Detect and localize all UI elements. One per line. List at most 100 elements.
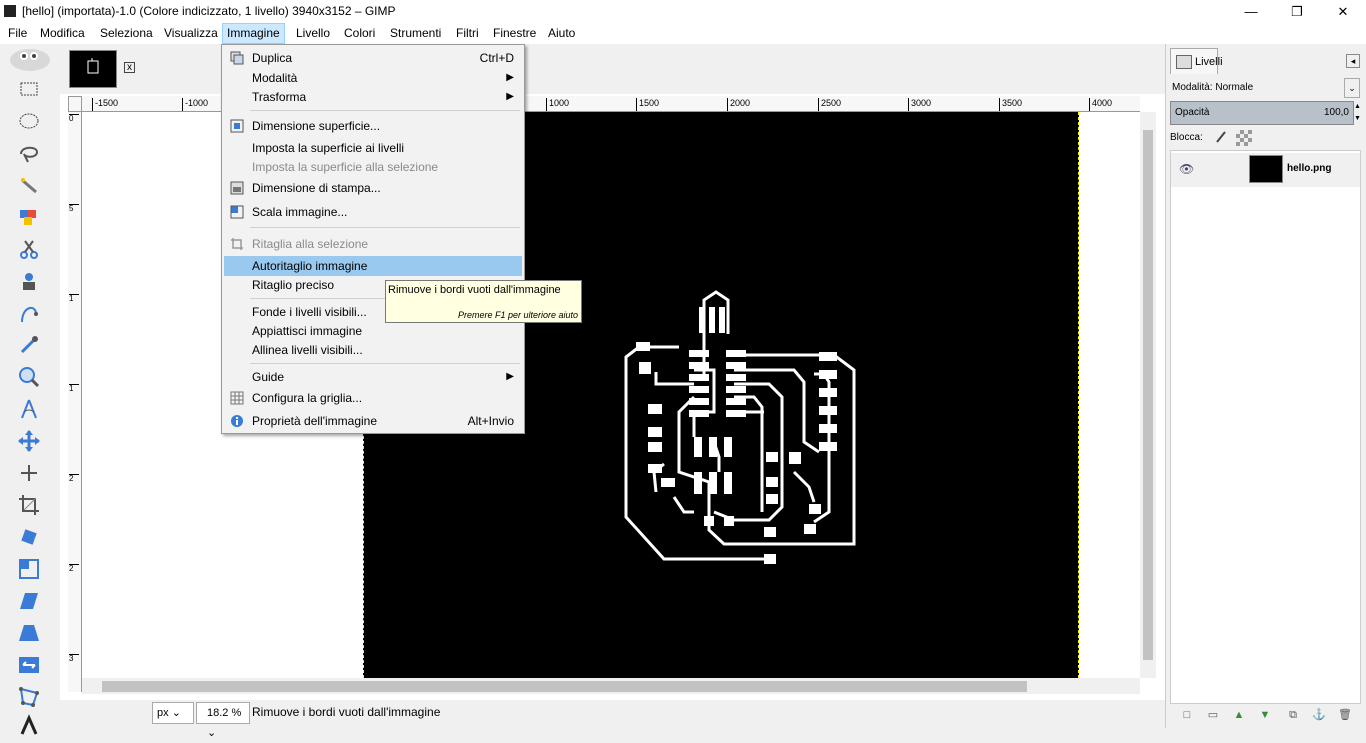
duplicate-layer-icon[interactable]: ⧉ (1286, 708, 1300, 722)
immagine-dropdown-menu: Duplica Ctrl+D Modalità ▶ Trasforma ▶ Di… (221, 44, 525, 434)
layers-dock: Livelli ◂ Modalità: Normale ⌄ Opacità 10… (1165, 44, 1366, 728)
cage-transform-tool-icon[interactable] (16, 684, 42, 710)
delete-layer-icon[interactable]: 🗑 (1338, 708, 1352, 722)
menu-file[interactable]: File (4, 23, 31, 44)
menu-item-configura-griglia[interactable]: Configura la griglia... (224, 388, 522, 408)
raise-layer-icon[interactable]: ▲ (1232, 708, 1246, 722)
rect-select-tool-icon[interactable] (16, 76, 42, 102)
vertical-scrollbar[interactable] (1140, 112, 1156, 678)
vertical-scroll-thumb[interactable] (1143, 130, 1153, 660)
foreground-select-tool-icon[interactable] (16, 268, 42, 294)
maximize-button[interactable]: ❐ (1274, 0, 1320, 23)
layer-mode-select[interactable]: Modalità: Normale (1170, 78, 1361, 98)
zoom-tool-icon[interactable] (16, 364, 42, 390)
lasso-tool-icon[interactable] (16, 140, 42, 166)
shear-tool-icon[interactable] (16, 588, 42, 614)
menu-item-modalita[interactable]: Modalità ▶ (224, 68, 522, 88)
chevron-down-icon[interactable]: ⌄ (1344, 78, 1360, 98)
select-by-color-tool-icon[interactable] (16, 204, 42, 230)
menu-separator (250, 110, 520, 111)
image-tab-close-icon[interactable]: x (124, 62, 135, 73)
anchor-layer-icon[interactable]: ⚓ (1312, 708, 1326, 722)
layer-thumbnail (1249, 155, 1283, 183)
layer-row[interactable]: 👁 hello.png (1171, 153, 1360, 187)
menu-item-guide[interactable]: Guide ▶ (224, 367, 522, 387)
menu-livello[interactable]: Livello (292, 23, 334, 44)
lower-layer-icon[interactable]: ▼ (1258, 708, 1272, 722)
menu-immagine[interactable]: Immagine (222, 23, 285, 44)
opacity-slider[interactable]: Opacità 100,0 (1170, 101, 1354, 125)
tab-layers[interactable]: Livelli (1170, 48, 1223, 74)
menu-strumenti[interactable]: Strumenti (386, 23, 445, 44)
align-tool-icon[interactable] (16, 460, 42, 486)
ruler-tick: 2000 (727, 98, 750, 111)
menu-item-imposta-superficie-livelli[interactable]: Imposta la superficie ai livelli (224, 138, 522, 158)
menu-item-dimensione-stampa[interactable]: Dimensione di stampa... (224, 178, 522, 198)
crop-tool-icon[interactable] (16, 492, 42, 518)
scale-tool-icon[interactable] (16, 556, 42, 582)
menu-filtri[interactable]: Filtri (452, 23, 483, 44)
menu-item-allinea-livelli[interactable]: Allinea livelli visibili... (224, 340, 522, 360)
lock-label: Blocca: (1170, 132, 1203, 143)
eye-visibility-icon[interactable]: 👁 (1179, 162, 1195, 178)
menu-visualizza[interactable]: Visualizza (160, 23, 222, 44)
new-layer-group-icon[interactable]: ▭ (1206, 708, 1220, 722)
rotate-tool-icon[interactable] (16, 524, 42, 550)
ruler-tick: 3 (69, 654, 79, 663)
submenu-arrow-icon: ▶ (506, 371, 514, 382)
menu-colori[interactable]: Colori (340, 23, 379, 44)
tooltip: Rimuove i bordi vuoti dall'immagine Prem… (385, 280, 582, 323)
menu-seleziona[interactable]: Seleziona (96, 23, 157, 44)
opacity-spin-buttons[interactable]: ▲ ▼ (1354, 101, 1362, 125)
menu-item-imposta-superficie-selezione[interactable]: Imposta la superficie alla selezione (224, 157, 522, 177)
vertical-ruler[interactable]: 0 5 1 1 2 2 3 (68, 112, 82, 692)
zoom-select[interactable]: 18.2 % ⌄ (196, 702, 250, 739)
minimize-button[interactable]: — (1228, 0, 1274, 23)
flip-tool-icon[interactable] (16, 652, 42, 678)
menu-item-label: Appiattisci immagine (252, 324, 363, 338)
image-tab-thumbnail[interactable] (69, 50, 117, 88)
menu-item-label: Ritaglio preciso (252, 278, 335, 292)
chevron-down-icon: ⌄ (207, 727, 217, 739)
horizontal-scroll-thumb[interactable] (102, 681, 1027, 692)
submenu-arrow-icon: ▶ (506, 91, 514, 102)
unit-select[interactable]: px ⌄ (152, 702, 194, 724)
color-picker-tool-icon[interactable] (16, 332, 42, 358)
menu-item-dimensione-superficie[interactable]: Dimensione superficie... (224, 116, 522, 136)
menu-modifica[interactable]: Modifica (36, 23, 89, 44)
menu-item-appiattisci-immagine[interactable]: Appiattisci immagine (224, 321, 522, 341)
lock-pixels-brush-icon[interactable] (1214, 130, 1228, 144)
menu-item-autoritaglio-immagine[interactable]: Autoritaglio immagine (224, 256, 522, 276)
scissors-tool-icon[interactable] (16, 236, 42, 262)
menu-item-duplica[interactable]: Duplica Ctrl+D (224, 48, 522, 68)
lock-alpha-icon[interactable] (1236, 130, 1252, 146)
dock-menu-button[interactable]: ◂ (1346, 54, 1360, 68)
fuzzy-select-tool-icon[interactable] (16, 172, 42, 198)
perspective-tool-icon[interactable] (16, 620, 42, 646)
ruler-tick: 1000 (546, 98, 569, 111)
ruler-tick: 2 (69, 474, 79, 483)
horizontal-scrollbar[interactable] (82, 678, 1140, 694)
move-tool-icon[interactable] (16, 428, 42, 454)
new-layer-icon[interactable]: □ (1180, 708, 1194, 722)
ruler-corner-button[interactable] (68, 96, 82, 112)
menu-item-shortcut: Alt+Invio (467, 414, 514, 428)
menu-item-label: Scala immagine... (252, 205, 348, 219)
layer-name: hello.png (1287, 163, 1332, 174)
menu-item-ritaglia-selezione[interactable]: Ritaglia alla selezione (224, 234, 522, 254)
unit-value: px (157, 707, 169, 719)
measure-tool-icon[interactable] (16, 396, 42, 422)
menu-item-proprieta-immagine[interactable]: Proprietà dell'immagine Alt+Invio (224, 411, 522, 431)
ellipse-select-tool-icon[interactable] (16, 108, 42, 134)
ruler-tick: -1000 (182, 98, 208, 111)
menu-finestre[interactable]: Finestre (489, 23, 540, 44)
status-message: Rimuove i bordi vuoti dall'immagine (252, 705, 441, 719)
text-tool-icon[interactable] (16, 712, 42, 738)
close-button[interactable]: ✕ (1320, 0, 1366, 23)
menu-aiuto[interactable]: Aiuto (544, 23, 579, 44)
menu-item-scala-immagine[interactable]: Scala immagine... (224, 202, 522, 222)
paths-tool-icon[interactable] (16, 300, 42, 326)
ruler-tick: 4000 (1089, 98, 1112, 111)
menu-item-label: Guide (252, 370, 285, 384)
menu-item-trasforma[interactable]: Trasforma ▶ (224, 87, 522, 107)
